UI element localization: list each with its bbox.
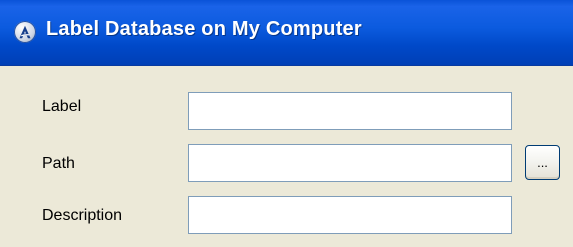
app-logo-icon <box>14 21 36 43</box>
browse-path-button[interactable]: ... <box>525 145 560 180</box>
browse-button-label: ... <box>537 155 548 170</box>
description-input[interactable] <box>188 196 512 234</box>
label-field-label: Label <box>42 98 82 115</box>
window-title: Label Database on My Computer <box>46 18 362 40</box>
path-field-label: Path <box>42 155 75 172</box>
path-input[interactable] <box>188 144 512 182</box>
description-field-label: Description <box>42 207 123 224</box>
title-bar[interactable]: Label Database on My Computer <box>0 0 573 66</box>
label-database-window: Label Database on My Computer Label Path… <box>0 0 573 247</box>
label-input[interactable] <box>188 92 512 130</box>
app-logo-glyph <box>19 25 31 39</box>
